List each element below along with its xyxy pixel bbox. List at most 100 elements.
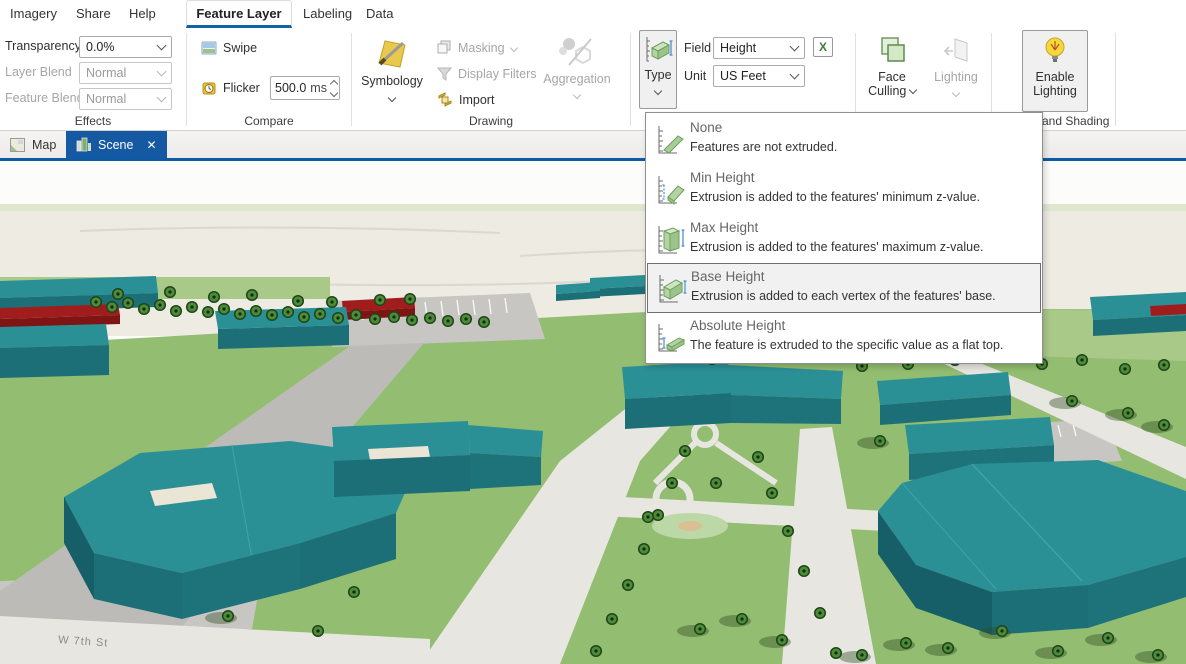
chevron-down-icon [790, 42, 800, 52]
masking-icon [437, 40, 452, 55]
extrusion-absolute-height-icon [654, 321, 688, 355]
map-tab-icon [10, 138, 25, 152]
flicker-value: 500.0 [275, 81, 306, 95]
unit-value: US Feet [720, 66, 766, 86]
spinner-arrows[interactable] [331, 81, 337, 96]
field-combo[interactable]: Height [713, 37, 805, 59]
import-icon [437, 92, 453, 107]
map-tab-label: Map [32, 138, 56, 152]
chevron-down-icon [952, 89, 960, 97]
masking-label: Masking [458, 41, 505, 55]
flicker-label: Flicker [223, 81, 260, 95]
menu-item-base-height[interactable]: Base Height Extrusion is added to each v… [647, 263, 1041, 313]
menu-imagery[interactable]: Imagery [10, 0, 57, 28]
tab-map[interactable]: Map [0, 131, 66, 158]
menu-item-title: Absolute Height [690, 318, 785, 333]
group-separator [630, 33, 631, 126]
tab-feature-layer[interactable]: Feature Layer [186, 0, 292, 28]
group-separator [186, 33, 187, 126]
chevron-down-icon [157, 41, 167, 51]
layer-blend-combo: Normal [79, 62, 172, 84]
group-separator [351, 33, 352, 126]
symbology-button[interactable]: Symbology [358, 30, 426, 114]
extrusion-none-icon [654, 123, 688, 157]
close-icon[interactable]: ✕ [146, 138, 156, 152]
scene-tab-label: Scene [98, 138, 133, 152]
transparency-combo[interactable]: 0.0% [79, 36, 172, 58]
group-separator [1115, 33, 1116, 126]
layer-blend-label: Layer Blend [5, 65, 72, 79]
menu-item-title: None [690, 120, 722, 135]
swipe-button[interactable]: Swipe [201, 40, 257, 56]
lawn-circle-center [678, 521, 702, 531]
flicker-duration-spinner[interactable]: 500.0 ms [270, 76, 340, 100]
flicker-button[interactable]: Flicker [201, 80, 260, 96]
flicker-unit: ms [310, 81, 327, 95]
menu-share[interactable]: Share [76, 0, 111, 28]
flicker-clock-icon [201, 80, 217, 96]
chevron-down-icon [388, 94, 396, 102]
chevron-down-icon [157, 93, 167, 103]
field-label: Field [684, 41, 711, 55]
chevron-down-icon [909, 86, 917, 94]
feature-blend-combo: Normal [79, 88, 172, 110]
compare-group-label: Compare [187, 114, 351, 128]
menu-item-title: Max Height [690, 220, 758, 235]
face-culling-label-1: Face [862, 70, 922, 84]
menubar: Imagery Share Help Feature Layer Labelin… [0, 0, 1186, 28]
menu-item-desc: Extrusion is added to the features' mini… [690, 190, 980, 204]
type-label: Type [640, 68, 676, 82]
menu-item-title: Min Height [690, 170, 755, 185]
swipe-icon [201, 40, 217, 56]
building-right-large [878, 460, 1186, 635]
illumination-group-label-fragment: and Shading [1042, 114, 1132, 128]
feature-blend-label: Feature Blend [5, 91, 84, 105]
transparency-value: 0.0% [86, 37, 115, 57]
chevron-down-icon [790, 70, 800, 80]
unit-label: Unit [684, 69, 706, 83]
tab-labeling[interactable]: Labeling [303, 0, 352, 28]
lightbulb-icon [1040, 35, 1070, 67]
chevron-down-icon [157, 67, 167, 77]
unit-combo[interactable]: US Feet [713, 65, 805, 87]
symbology-icon [373, 35, 411, 71]
lighting-button: Lighting [927, 30, 985, 114]
menu-item-max-height[interactable]: Max Height Extrusion is added to the fea… [647, 215, 1041, 265]
expression-builder-button[interactable]: X [813, 37, 833, 57]
menu-item-none[interactable]: None Features are not extruded. [647, 115, 1041, 165]
menu-item-desc: The feature is extruded to the specific … [690, 338, 1003, 352]
aggregation-label: Aggregation [541, 72, 613, 86]
enable-lighting-button[interactable]: Enable Lighting [1022, 30, 1088, 112]
tab-scene[interactable]: Scene ✕ [66, 131, 167, 158]
symbology-label: Symbology [359, 74, 425, 88]
lighting-label: Lighting [928, 70, 984, 84]
import-button[interactable]: Import [437, 92, 494, 107]
feature-blend-value: Normal [86, 89, 126, 109]
tab-data[interactable]: Data [366, 0, 393, 28]
face-culling-icon [876, 35, 908, 67]
extrusion-type-dropdown: None Features are not extruded. Min Heig… [645, 112, 1043, 364]
transparency-label: Transparency [5, 39, 81, 53]
menu-item-desc: Extrusion is added to each vertex of the… [691, 289, 996, 303]
face-culling-button[interactable]: Face Culling [861, 30, 923, 114]
chevron-down-icon [654, 87, 662, 95]
import-label: Import [459, 93, 494, 107]
extrusion-type-icon [643, 35, 673, 65]
face-culling-label-2: Culling [868, 84, 906, 98]
display-filters-button: Display Filters [437, 66, 537, 81]
menu-item-min-height[interactable]: Min Height Extrusion is added to the fea… [647, 165, 1041, 215]
chevron-down-icon [509, 43, 517, 51]
enable-lighting-label-2: Lighting [1023, 84, 1087, 98]
drawing-group-label: Drawing [352, 114, 630, 128]
extrusion-base-height-icon [655, 272, 689, 306]
chevron-down-icon [573, 91, 581, 99]
aggregation-button: Aggregation [540, 30, 614, 114]
swipe-label: Swipe [223, 41, 257, 55]
arcgis-pro-window: Imagery Share Help Feature Layer Labelin… [0, 0, 1186, 664]
field-value: Height [720, 38, 756, 58]
extrusion-type-button[interactable]: Type [639, 30, 677, 109]
aggregation-icon [557, 35, 597, 69]
menu-help[interactable]: Help [129, 0, 156, 28]
menu-item-absolute-height[interactable]: Absolute Height The feature is extruded … [647, 313, 1041, 363]
enable-lighting-label-1: Enable [1023, 70, 1087, 84]
